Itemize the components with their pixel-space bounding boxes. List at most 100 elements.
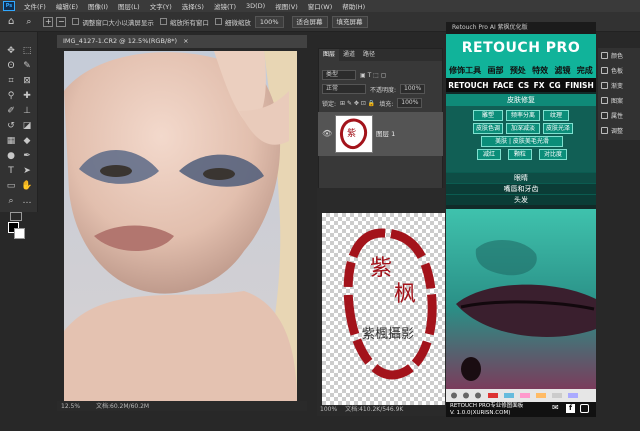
- reduce-red-button[interactable]: 减红: [477, 149, 501, 160]
- zoom-in-icon[interactable]: +: [43, 16, 54, 27]
- hair-section[interactable]: 头发: [446, 194, 596, 205]
- fill-screen-button[interactable]: 填充屏幕: [331, 15, 368, 28]
- dock-gradients[interactable]: 渐变: [598, 78, 640, 93]
- filter-icons[interactable]: ▣ T ⬚ ▢: [360, 72, 386, 79]
- menu-3d[interactable]: 3D(D): [241, 2, 270, 10]
- scrubby-zoom-checkbox[interactable]: 细微缩放: [214, 17, 251, 27]
- zoom-100-button[interactable]: 100%: [254, 15, 284, 28]
- beauty-skin-button[interactable]: 美肤 | 皮肤美毛光滑: [481, 136, 563, 147]
- skin-tone-button[interactable]: 皮肤色调: [473, 123, 503, 134]
- frequency-separation-button[interactable]: 频率分离: [506, 110, 540, 121]
- shape-tool-icon[interactable]: ▭: [4, 180, 18, 193]
- stamp-tool-icon[interactable]: ⊥: [20, 105, 34, 118]
- menu-type[interactable]: 文字(Y): [145, 1, 177, 11]
- document-tab-1[interactable]: IMG_4127-1.CR2 @ 12.5%(RGB/8*) ×: [57, 35, 307, 48]
- layer-filter-select[interactable]: 类型: [322, 70, 356, 80]
- dock-color[interactable]: 颜色: [598, 48, 640, 63]
- tab-finish[interactable]: FINISH: [565, 81, 594, 90]
- menu-view[interactable]: 视图(V): [270, 1, 303, 11]
- crop-tool-icon[interactable]: ⌗: [4, 75, 18, 88]
- menu-filter[interactable]: 滤镜(T): [209, 1, 241, 11]
- pen-tool-icon[interactable]: ✒: [20, 150, 34, 163]
- healing-brush-icon[interactable]: ✚: [20, 90, 34, 103]
- zoom-all-windows-checkbox[interactable]: 缩放所有窗口: [159, 17, 209, 27]
- resize-windows-checkbox[interactable]: 调整窗口大小以满屏显示: [72, 17, 154, 27]
- category-face[interactable]: 画部: [487, 65, 503, 76]
- tool-shortcuts-strip[interactable]: [446, 389, 596, 402]
- category-effects[interactable]: 特效: [532, 65, 548, 76]
- zoom-tool-icon-2[interactable]: ⌕: [4, 195, 18, 208]
- quick-mask-icon[interactable]: [10, 212, 22, 221]
- dock-adjustments[interactable]: 调整: [598, 123, 640, 138]
- menu-layer[interactable]: 图层(L): [113, 1, 145, 11]
- tab-cg[interactable]: CG: [549, 81, 561, 90]
- home-icon[interactable]: ⌂: [8, 16, 14, 27]
- lasso-tool-icon[interactable]: ʘ: [4, 60, 18, 73]
- menu-select[interactable]: 选择(S): [177, 1, 209, 11]
- dodge-burn-button[interactable]: 加深减淡: [506, 123, 540, 134]
- zoom-level[interactable]: 12.5%: [61, 403, 80, 410]
- opacity-field[interactable]: 100%: [400, 84, 426, 94]
- document-canvas-logo[interactable]: 紫 枫 紫楓攝影: [322, 213, 445, 405]
- zoom-out-icon[interactable]: −: [56, 16, 67, 27]
- path-select-icon[interactable]: ➤: [20, 165, 34, 178]
- menu-help[interactable]: 帮助(H): [337, 1, 370, 11]
- grain-button[interactable]: 颗粒: [508, 149, 532, 160]
- category-pre[interactable]: 预处: [510, 65, 526, 76]
- email-icon[interactable]: ✉: [552, 404, 559, 412]
- frame-tool-icon[interactable]: ⊠: [20, 75, 34, 88]
- more-tools-icon[interactable]: …: [20, 195, 34, 208]
- marquee-tool-icon[interactable]: ⬚: [20, 45, 34, 58]
- lips-teeth-section[interactable]: 嘴唇和牙齿: [446, 183, 596, 194]
- skin-section-header[interactable]: 皮肤修复: [446, 94, 596, 106]
- tab-layers[interactable]: 图层: [319, 49, 340, 61]
- close-icon[interactable]: ×: [183, 37, 188, 45]
- fill-field[interactable]: 100%: [397, 98, 423, 108]
- skin-gloss-button[interactable]: 皮肤光泽: [543, 123, 573, 134]
- tab-paths[interactable]: 路径: [359, 49, 379, 61]
- stamp-logo: 紫 枫 紫楓攝影: [343, 228, 437, 380]
- zoom-tool-icon[interactable]: ⌕: [26, 17, 31, 27]
- background-color-swatch[interactable]: [14, 228, 25, 239]
- facebook-icon[interactable]: f: [566, 404, 575, 413]
- category-finish[interactable]: 完成: [577, 65, 593, 76]
- eyes-section[interactable]: 眼睛: [446, 172, 596, 183]
- layer-name[interactable]: 图层 1: [376, 128, 395, 138]
- dock-properties[interactable]: 属性: [598, 108, 640, 123]
- tab-face[interactable]: FACE: [493, 81, 514, 90]
- dock-swatches[interactable]: 色板: [598, 63, 640, 78]
- category-filters[interactable]: 滤镜: [554, 65, 570, 76]
- eraser-tool-icon[interactable]: ◪: [20, 120, 34, 133]
- dock-patterns[interactable]: 图案: [598, 93, 640, 108]
- tab-channels[interactable]: 通道: [339, 49, 359, 61]
- dodge-tool-icon[interactable]: ●: [4, 150, 18, 163]
- gradient-tool-icon[interactable]: ▦: [4, 135, 18, 148]
- texture-button[interactable]: 纹理: [543, 110, 569, 121]
- document-canvas-portrait[interactable]: [64, 51, 297, 401]
- menu-file[interactable]: 文件(F): [19, 1, 51, 11]
- type-tool-icon[interactable]: T: [4, 165, 18, 178]
- blur-tool-icon[interactable]: ◆: [20, 135, 34, 148]
- svg-text:紫楓攝影: 紫楓攝影: [362, 326, 414, 342]
- move-tool-icon[interactable]: ✥: [4, 45, 18, 58]
- menu-edit[interactable]: 编辑(E): [51, 1, 83, 11]
- tab-cs[interactable]: CS: [518, 81, 529, 90]
- quick-select-tool-icon[interactable]: ✎: [20, 60, 34, 73]
- tab-retouch[interactable]: RETOUCH: [448, 81, 488, 90]
- category-tools[interactable]: 修饰工具: [449, 65, 481, 76]
- brush-tool-icon[interactable]: ✐: [4, 105, 18, 118]
- visibility-eye-icon[interactable]: 👁: [322, 129, 332, 138]
- zoom-level-2[interactable]: 100%: [320, 406, 337, 413]
- fit-screen-button[interactable]: 适合屏幕: [291, 15, 328, 28]
- sculpt-button[interactable]: 雕塑: [473, 110, 503, 121]
- hand-tool-icon[interactable]: ✋: [20, 180, 34, 193]
- blend-mode-select[interactable]: 正常: [322, 84, 366, 94]
- contrast-button[interactable]: 对比度: [539, 149, 567, 160]
- eyedropper-tool-icon[interactable]: ⚲: [4, 90, 18, 103]
- menu-window[interactable]: 窗口(W): [303, 1, 338, 11]
- instagram-icon[interactable]: [580, 404, 589, 413]
- menu-image[interactable]: 图像(I): [83, 1, 113, 11]
- history-brush-icon[interactable]: ↺: [4, 120, 18, 133]
- lock-icons[interactable]: ⊞ ✎ ✥ ⊡ 🔒: [340, 100, 375, 107]
- tab-fx[interactable]: FX: [534, 81, 545, 90]
